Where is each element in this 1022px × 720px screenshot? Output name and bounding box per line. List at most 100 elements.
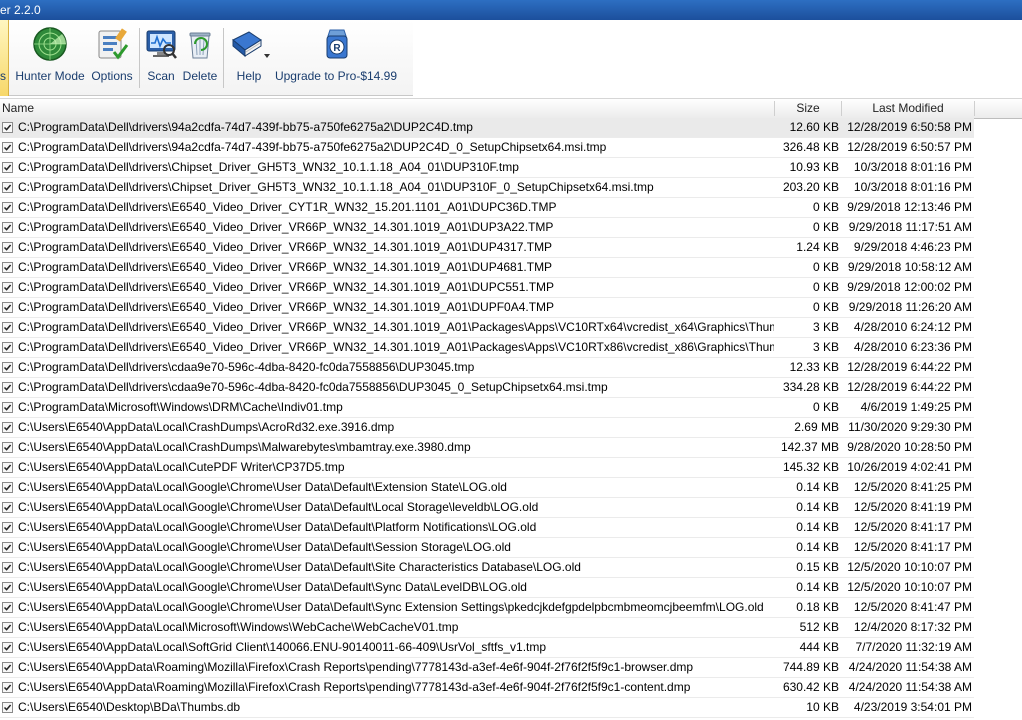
file-last-modified: 12/4/2020 8:17:32 PM: [853, 620, 972, 634]
checkmark-icon: [3, 384, 12, 391]
file-row[interactable]: C:\Users\E6540\Desktop\BDa\Thumbs.db 10 K…: [0, 698, 974, 718]
row-checkbox[interactable]: [2, 482, 13, 493]
row-checkbox[interactable]: [2, 402, 13, 413]
row-checkbox[interactable]: [2, 142, 13, 153]
file-row[interactable]: C:\ProgramData\Dell\drivers\E6540_Video_…: [0, 318, 974, 338]
file-last-modified: 12/28/2019 6:50:57 PM: [847, 140, 972, 154]
file-path: C:\ProgramData\Dell\drivers\Chipset_Driv…: [18, 180, 654, 194]
column-header-size[interactable]: Size: [775, 99, 841, 118]
file-row[interactable]: C:\Users\E6540\AppData\Local\Google\Chro…: [0, 478, 974, 498]
row-checkbox[interactable]: [2, 202, 13, 213]
file-row[interactable]: C:\Users\E6540\AppData\Local\CrashDumps\…: [0, 418, 974, 438]
checkmark-icon: [3, 444, 12, 451]
hunter-mode-button[interactable]: Hunter Mode: [12, 24, 88, 90]
row-checkbox[interactable]: [2, 162, 13, 173]
row-checkbox[interactable]: [2, 182, 13, 193]
file-path: C:\Users\E6540\AppData\Local\CrashDumps\…: [18, 440, 471, 454]
file-row[interactable]: C:\Users\E6540\AppData\Local\CrashDumps\…: [0, 438, 974, 458]
row-checkbox[interactable]: [2, 682, 13, 693]
file-row[interactable]: C:\Users\E6540\AppData\Local\Google\Chro…: [0, 558, 974, 578]
file-row[interactable]: C:\ProgramData\Dell\drivers\E6540_Video_…: [0, 278, 974, 298]
row-checkbox[interactable]: [2, 362, 13, 373]
row-checkbox[interactable]: [2, 522, 13, 533]
row-checkbox[interactable]: [2, 342, 13, 353]
checkmark-icon: [3, 304, 12, 311]
file-row[interactable]: C:\ProgramData\Dell\drivers\94a2cdfa-74d…: [0, 138, 974, 158]
file-last-modified: 12/5/2020 10:10:07 PM: [847, 580, 972, 594]
row-checkbox[interactable]: [2, 542, 13, 553]
column-header-last-modified[interactable]: Last Modified: [842, 99, 974, 118]
toolbar-cut-off-label: s: [0, 69, 6, 83]
delete-button[interactable]: Delete: [180, 24, 220, 90]
row-checkbox[interactable]: [2, 262, 13, 273]
help-button[interactable]: Help: [227, 24, 271, 90]
file-path: C:\Users\E6540\AppData\Local\Microsoft\W…: [18, 620, 459, 634]
file-row[interactable]: C:\ProgramData\Dell\drivers\E6540_Video_…: [0, 298, 974, 318]
help-book-icon: [229, 26, 265, 62]
file-size: 0.14 KB: [796, 500, 839, 514]
row-checkbox[interactable]: [2, 502, 13, 513]
scan-button[interactable]: Scan: [142, 24, 180, 90]
row-checkbox[interactable]: [2, 382, 13, 393]
row-checkbox[interactable]: [2, 222, 13, 233]
file-row[interactable]: C:\ProgramData\Dell\drivers\cdaa9e70-596…: [0, 378, 974, 398]
row-checkbox[interactable]: [2, 642, 13, 653]
file-row[interactable]: C:\Users\E6540\AppData\Local\Google\Chro…: [0, 498, 974, 518]
row-checkbox[interactable]: [2, 442, 13, 453]
file-row[interactable]: C:\ProgramData\Dell\drivers\E6540_Video_…: [0, 338, 974, 358]
file-row[interactable]: C:\Users\E6540\AppData\Local\SoftGrid Cl…: [0, 638, 974, 658]
row-checkbox[interactable]: [2, 662, 13, 673]
file-last-modified: 10/3/2018 8:01:16 PM: [853, 180, 972, 194]
checkmark-icon: [3, 124, 12, 131]
file-row[interactable]: C:\ProgramData\Dell\drivers\E6540_Video_…: [0, 218, 974, 238]
file-path: C:\Users\E6540\AppData\Roaming\Mozilla\F…: [18, 660, 694, 674]
toolbar-cut-off-button[interactable]: s: [0, 20, 9, 96]
file-row[interactable]: C:\Users\E6540\AppData\Local\Google\Chro…: [0, 538, 974, 558]
dropdown-arrow-icon[interactable]: [264, 54, 270, 58]
file-last-modified: 10/26/2019 4:02:41 PM: [847, 460, 972, 474]
checkmark-icon: [3, 664, 12, 671]
file-row[interactable]: C:\Users\E6540\AppData\Roaming\Mozilla\F…: [0, 658, 974, 678]
file-row[interactable]: C:\Users\E6540\AppData\Local\Microsoft\W…: [0, 618, 974, 638]
file-row[interactable]: C:\Users\E6540\AppData\Roaming\Mozilla\F…: [0, 678, 974, 698]
row-checkbox[interactable]: [2, 322, 13, 333]
file-row[interactable]: C:\Users\E6540\AppData\Local\Google\Chro…: [0, 598, 974, 618]
file-size: 2.69 MB: [794, 420, 839, 434]
file-row[interactable]: C:\Users\E6540\AppData\Local\CutePDF Wri…: [0, 458, 974, 478]
file-row[interactable]: C:\Users\E6540\AppData\Local\Google\Chro…: [0, 578, 974, 598]
row-checkbox[interactable]: [2, 702, 13, 713]
row-checkbox[interactable]: [2, 622, 13, 633]
file-row[interactable]: C:\ProgramData\Dell\drivers\Chipset_Driv…: [0, 178, 974, 198]
file-last-modified: 12/5/2020 8:41:25 PM: [853, 480, 972, 494]
checkmark-icon: [3, 144, 12, 151]
row-checkbox[interactable]: [2, 602, 13, 613]
row-checkbox[interactable]: [2, 302, 13, 313]
upgrade-button[interactable]: R Upgrade to Pro-$14.99: [274, 24, 398, 90]
row-checkbox[interactable]: [2, 562, 13, 573]
column-header-name[interactable]: Name: [2, 99, 772, 118]
file-last-modified: 9/28/2020 10:28:50 PM: [847, 440, 972, 454]
file-row[interactable]: C:\ProgramData\Microsoft\Windows\DRM\Cac…: [0, 398, 974, 418]
row-checkbox[interactable]: [2, 582, 13, 593]
file-size: 0.14 KB: [796, 540, 839, 554]
checkmark-icon: [3, 604, 12, 611]
row-checkbox[interactable]: [2, 422, 13, 433]
file-row[interactable]: C:\ProgramData\Dell\drivers\E6540_Video_…: [0, 258, 974, 278]
file-last-modified: 12/5/2020 10:10:07 PM: [847, 560, 972, 574]
file-row[interactable]: C:\ProgramData\Dell\drivers\94a2cdfa-74d…: [0, 118, 974, 138]
options-button[interactable]: Options: [89, 24, 135, 90]
checkmark-icon: [3, 324, 12, 331]
file-size: 3 KB: [812, 320, 839, 334]
row-checkbox[interactable]: [2, 122, 13, 133]
file-row[interactable]: C:\ProgramData\Dell\drivers\cdaa9e70-596…: [0, 358, 974, 378]
file-last-modified: 9/29/2018 12:00:02 PM: [847, 280, 972, 294]
row-checkbox[interactable]: [2, 282, 13, 293]
column-divider[interactable]: [974, 101, 975, 116]
row-checkbox[interactable]: [2, 242, 13, 253]
file-row[interactable]: C:\ProgramData\Dell\drivers\E6540_Video_…: [0, 198, 974, 218]
file-row[interactable]: C:\ProgramData\Dell\drivers\Chipset_Driv…: [0, 158, 974, 178]
row-checkbox[interactable]: [2, 462, 13, 473]
file-last-modified: 4/6/2019 1:49:25 PM: [860, 400, 972, 414]
file-row[interactable]: C:\ProgramData\Dell\drivers\E6540_Video_…: [0, 238, 974, 258]
file-row[interactable]: C:\Users\E6540\AppData\Local\Google\Chro…: [0, 518, 974, 538]
